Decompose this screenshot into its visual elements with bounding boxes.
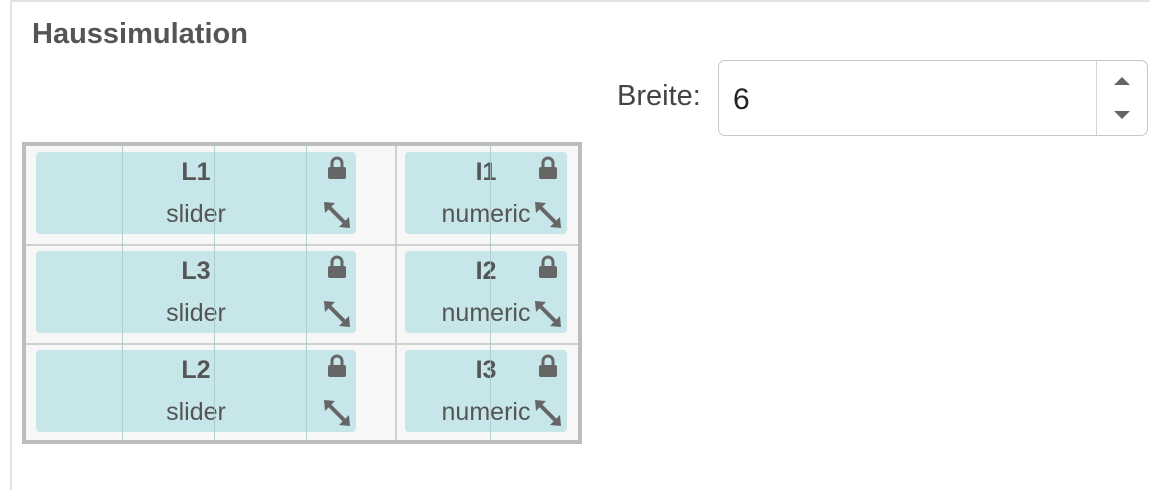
grid-tile[interactable]: I1 numeric: [405, 152, 567, 234]
grid-tile[interactable]: L2 slider: [36, 350, 356, 432]
tile-name: L2: [181, 356, 211, 384]
width-number-input[interactable]: 6: [718, 60, 1148, 136]
tile-type: slider: [166, 299, 226, 327]
width-label: Breite:: [617, 80, 701, 112]
resize-icon[interactable]: [322, 200, 352, 230]
lock-icon[interactable]: [537, 255, 559, 279]
column-guide-line: [214, 146, 215, 440]
resize-icon[interactable]: [533, 398, 563, 428]
resize-icon[interactable]: [533, 200, 563, 230]
resize-icon[interactable]: [322, 299, 352, 329]
spinner-down-icon[interactable]: [1114, 111, 1130, 119]
grid-tile[interactable]: I3 numeric: [405, 350, 567, 432]
lock-icon[interactable]: [537, 354, 559, 378]
grid-tile[interactable]: L3 slider: [36, 251, 356, 333]
resize-icon[interactable]: [533, 299, 563, 329]
panel-left-border: [10, 0, 12, 490]
grid-row-divider: [26, 244, 578, 246]
tile-name: L3: [181, 257, 211, 285]
grid-column-divider: [395, 146, 397, 440]
layout-grid: L1 slider I1 numeric L3 slider I2 numeri…: [22, 142, 582, 444]
lock-icon[interactable]: [326, 255, 348, 279]
grid-tile[interactable]: L1 slider: [36, 152, 356, 234]
column-guide-line: [122, 146, 123, 440]
resize-icon[interactable]: [322, 398, 352, 428]
grid-row-divider: [26, 343, 578, 345]
width-spinner[interactable]: [1096, 61, 1147, 135]
column-guide-line: [490, 146, 491, 440]
grid-tile[interactable]: I2 numeric: [405, 251, 567, 333]
column-guide-line: [306, 146, 307, 440]
lock-icon[interactable]: [326, 354, 348, 378]
width-value[interactable]: 6: [733, 83, 750, 117]
tile-name: L1: [181, 158, 211, 186]
spinner-up-icon[interactable]: [1114, 77, 1130, 85]
panel-title: Haussimulation: [32, 18, 248, 50]
panel-top-border: [10, 0, 1150, 2]
lock-icon[interactable]: [537, 156, 559, 180]
tile-type: slider: [166, 200, 226, 228]
tile-type: slider: [166, 398, 226, 426]
lock-icon[interactable]: [326, 156, 348, 180]
